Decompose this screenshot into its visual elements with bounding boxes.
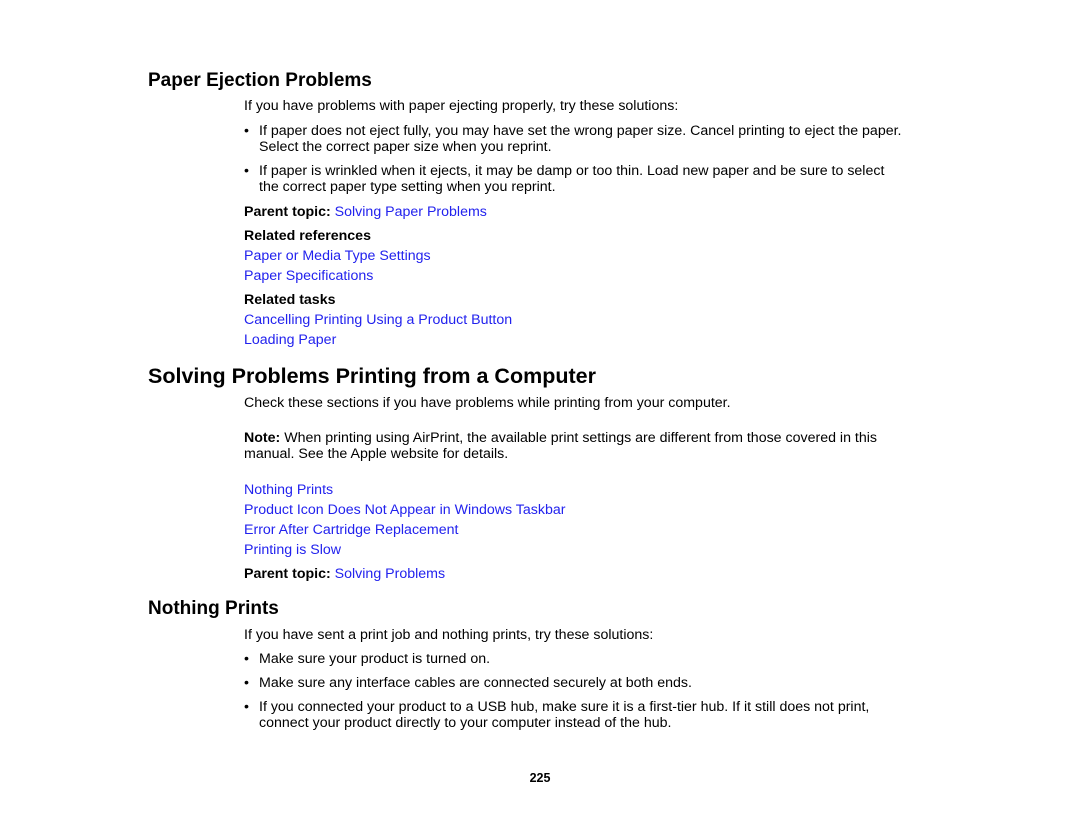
bullet-text-line2: the correct paper type setting when you … xyxy=(259,179,556,195)
note-label: Note: xyxy=(244,430,281,446)
section-title-nothing-prints: Nothing Prints xyxy=(148,598,279,619)
parent-topic-link[interactable]: Solving Problems xyxy=(335,566,445,582)
section-title-printing-from-computer: Solving Problems Printing from a Compute… xyxy=(148,364,596,388)
link-product-icon-taskbar[interactable]: Product Icon Does Not Appear in Windows … xyxy=(244,502,565,518)
bullet-icon: • xyxy=(244,163,249,179)
bullet-icon: • xyxy=(244,675,249,691)
parent-topic-line: Parent topic: Solving Paper Problems xyxy=(244,204,487,220)
bullet-icon: • xyxy=(244,699,249,715)
note-line-1: Note: When printing using AirPrint, the … xyxy=(244,430,877,446)
note-text: When printing using AirPrint, the availa… xyxy=(284,430,877,446)
parent-topic-label: Parent topic: xyxy=(244,204,331,220)
bullet-text-line1: If paper is wrinkled when it ejects, it … xyxy=(259,163,885,179)
link-printing-is-slow[interactable]: Printing is Slow xyxy=(244,542,341,558)
page-number: 225 xyxy=(529,771,551,785)
bullet-text-line1: If you connected your product to a USB h… xyxy=(259,699,870,715)
bullet-text-line2: Select the correct paper size when you r… xyxy=(259,139,552,155)
link-loading-paper[interactable]: Loading Paper xyxy=(244,332,336,348)
parent-topic-line: Parent topic: Solving Problems xyxy=(244,566,445,582)
link-error-after-cartridge[interactable]: Error After Cartridge Replacement xyxy=(244,522,458,538)
section-title-paper-ejection: Paper Ejection Problems xyxy=(148,70,372,91)
bullet-icon: • xyxy=(244,123,249,139)
bullet-text-line1: Make sure any interface cables are conne… xyxy=(259,675,692,691)
link-nothing-prints[interactable]: Nothing Prints xyxy=(244,482,333,498)
related-tasks-label: Related tasks xyxy=(244,292,336,308)
parent-topic-link[interactable]: Solving Paper Problems xyxy=(335,204,487,220)
related-references-label: Related references xyxy=(244,228,371,244)
printing-from-computer-intro: Check these sections if you have problem… xyxy=(244,395,731,411)
bullet-text-line2: connect your product directly to your co… xyxy=(259,715,672,731)
link-paper-specifications[interactable]: Paper Specifications xyxy=(244,268,373,284)
bullet-icon: • xyxy=(244,651,249,667)
nothing-prints-intro: If you have sent a print job and nothing… xyxy=(244,627,654,643)
paper-ejection-intro: If you have problems with paper ejecting… xyxy=(244,98,679,114)
bullet-text-line1: If paper does not eject fully, you may h… xyxy=(259,123,902,139)
parent-topic-label: Parent topic: xyxy=(244,566,331,582)
link-cancelling-printing[interactable]: Cancelling Printing Using a Product Butt… xyxy=(244,312,512,328)
link-paper-or-media-type-settings[interactable]: Paper or Media Type Settings xyxy=(244,248,431,264)
bullet-text-line1: Make sure your product is turned on. xyxy=(259,651,491,667)
note-line-2: manual. See the Apple website for detail… xyxy=(244,446,509,462)
